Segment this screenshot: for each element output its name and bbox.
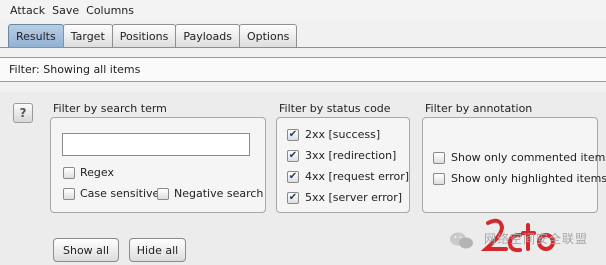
annotation-group-box [422,117,598,213]
hide-all-button[interactable]: Hide all [129,238,186,262]
tab-payloads[interactable]: Payloads [175,24,240,48]
status-2xx-checkbox[interactable]: ✔ [287,129,299,141]
negative-search-label: Negative search [174,187,264,200]
status-3xx-checkbox[interactable]: ✔ [287,150,299,162]
filter-bar-text: Filter: Showing all items [9,63,141,76]
show-all-button[interactable]: Show all [53,238,119,262]
menu-attack[interactable]: Attack [10,4,45,17]
status-5xx-label: 5xx [server error] [305,191,403,204]
case-sensitive-label: Case sensitive [80,187,160,200]
highlighted-items-checkbox[interactable] [433,173,445,185]
search-group-title: Filter by search term [53,102,167,115]
status-3xx-label: 3xx [redirection] [305,149,397,162]
tab-positions[interactable]: Positions [111,24,177,48]
menu-bar: Attack Save Columns [0,0,606,20]
tab-target[interactable]: Target [62,24,113,48]
highlighted-items-label: Show only highlighted items [451,172,606,185]
status-2xx-label: 2xx [success] [305,128,381,141]
regex-label: Regex [80,166,114,179]
tab-divider [0,47,606,48]
commented-items-label: Show only commented items [451,151,606,164]
status-4xx-checkbox[interactable]: ✔ [287,171,299,183]
regex-checkbox[interactable] [63,167,75,179]
tab-results[interactable]: Results [8,24,64,48]
watermark-text: 网络空间安全联盟 [484,232,589,246]
wechat-icon [450,232,473,249]
case-sensitive-checkbox[interactable] [63,188,75,200]
menu-save[interactable]: Save [52,4,79,17]
menu-columns[interactable]: Columns [86,4,134,17]
commented-items-checkbox[interactable] [433,152,445,164]
negative-search-checkbox[interactable] [157,188,169,200]
search-term-input[interactable] [62,133,250,156]
tab-strip: Results Target Positions Payloads Option… [8,24,298,48]
help-button[interactable]: ? [13,103,33,123]
status-5xx-checkbox[interactable]: ✔ [287,192,299,204]
tab-options[interactable]: Options [238,24,298,48]
status-group-title: Filter by status code [279,102,391,115]
annotation-group-title: Filter by annotation [425,102,533,115]
intruder-results-window: Attack Save Columns Results Target Posit… [0,0,606,265]
status-4xx-label: 4xx [request error] [305,170,410,183]
filter-bar[interactable]: Filter: Showing all items [0,57,606,82]
